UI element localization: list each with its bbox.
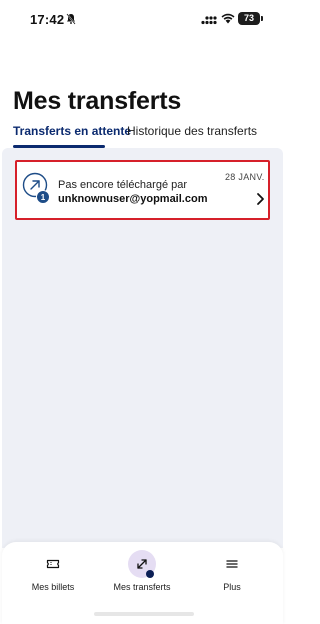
tab-bar: Transferts en attente Historique des tra… — [0, 124, 287, 148]
status-bar: 17:42 73 — [0, 0, 287, 40]
home-indicator — [94, 612, 194, 616]
nav-label-mes-transferts: Mes transferts — [113, 582, 171, 592]
battery-icon: 73 — [238, 12, 263, 25]
bell-muted-icon — [66, 13, 76, 25]
transfer-arrows-icon — [137, 559, 147, 569]
tab-transfer-history[interactable]: Historique des transferts — [127, 124, 257, 138]
nav-icon-container — [218, 550, 246, 578]
menu-icon — [226, 560, 238, 568]
nav-item-mes-billets[interactable]: Mes billets — [13, 542, 93, 602]
nav-item-plus[interactable]: Plus — [192, 542, 272, 602]
transfer-card[interactable]: 1 Pas encore téléchargé par unknownuser@… — [15, 160, 270, 220]
transfer-recipient-email: unknownuser@yopmail.com — [58, 193, 208, 205]
wifi-icon — [221, 13, 235, 24]
page-title: Mes transferts — [13, 87, 182, 115]
transfer-date: 28 JANV. — [225, 172, 265, 182]
status-time: 17:42 — [30, 12, 65, 27]
tab-pending-transfers[interactable]: Transferts en attente — [13, 124, 131, 138]
nav-label-mes-billets: Mes billets — [31, 582, 75, 592]
ticket-icon — [46, 559, 60, 569]
nav-label-plus: Plus — [223, 582, 241, 592]
transfer-status: Pas encore téléchargé par — [58, 179, 188, 191]
battery-level: 73 — [243, 13, 254, 23]
chevron-right-icon — [257, 193, 264, 205]
signal-icon — [201, 16, 217, 25]
nav-icon-container — [39, 550, 67, 578]
transfer-count-badge: 1 — [36, 190, 50, 204]
nav-item-mes-transferts[interactable]: Mes transferts — [102, 542, 182, 602]
nav-active-dot — [146, 570, 154, 578]
